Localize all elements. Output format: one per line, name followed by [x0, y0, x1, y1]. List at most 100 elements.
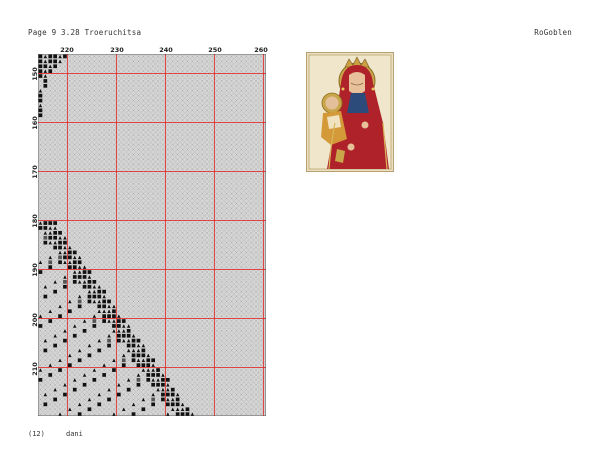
stitch-symbol	[97, 289, 102, 294]
stitch-symbol	[38, 98, 43, 103]
stitch-symbol	[53, 231, 57, 235]
icon-preview-image	[306, 52, 394, 172]
stitch-symbol	[58, 255, 62, 260]
stitch-symbol	[151, 382, 155, 387]
stitch-symbol	[112, 324, 116, 328]
stitch-symbol	[121, 319, 126, 323]
stitch-symbol	[77, 299, 82, 304]
stitch-symbol	[97, 402, 102, 407]
stitch-symbol	[48, 235, 53, 240]
stitch-symbol	[58, 240, 62, 245]
stitch-symbol	[121, 358, 126, 363]
stitch-symbol	[97, 304, 102, 309]
stitch-symbol	[170, 387, 175, 392]
stitch-symbol	[63, 392, 67, 397]
stitch-symbol	[92, 378, 97, 382]
stitch-symbol	[180, 412, 185, 416]
stitch-symbol	[102, 304, 106, 309]
footer-author: dani	[66, 430, 83, 438]
stitch-symbol	[141, 363, 146, 367]
stitch-symbol	[48, 59, 53, 64]
stitch-symbol	[151, 402, 155, 407]
stitch-symbol	[92, 280, 97, 284]
stitch-symbol	[117, 324, 121, 328]
stitch-symbol	[53, 289, 57, 294]
stitch-symbol	[68, 309, 72, 314]
stitch-symbol	[151, 358, 155, 363]
stitch-symbol	[63, 280, 67, 284]
stitch-symbol	[48, 319, 53, 323]
stitch-symbol	[53, 54, 57, 59]
x-axis-label-240: 240	[159, 46, 173, 54]
stitch-symbol	[117, 319, 121, 323]
stitch-symbol	[87, 353, 92, 358]
stitch-symbol	[156, 368, 160, 372]
stitch-symbol	[166, 392, 170, 397]
stitch-symbol	[107, 338, 111, 343]
stitch-symbol	[72, 333, 77, 338]
stitch-symbol	[87, 280, 92, 284]
stitch-symbol	[87, 294, 92, 299]
stitch-symbol	[87, 407, 92, 412]
stitch-symbol	[87, 284, 92, 289]
stitch-symbol	[92, 294, 97, 299]
stitch-symbol	[43, 240, 48, 245]
stitch-symbol	[48, 265, 53, 269]
stitch-symbol	[53, 245, 57, 250]
stitch-symbol	[151, 373, 155, 377]
stitch-symbol	[161, 397, 165, 402]
stitch-symbol	[58, 245, 62, 250]
stitch-symbol	[117, 338, 121, 343]
stitch-symbol	[175, 397, 180, 402]
stitch-symbol	[63, 338, 67, 343]
stitch-symbol	[43, 226, 48, 230]
stitch-symbol	[161, 382, 165, 387]
stitch-symbol	[58, 314, 62, 318]
stitch-symbol	[58, 231, 62, 235]
stitch-symbol	[53, 235, 57, 240]
stitch-symbol	[43, 221, 48, 225]
stitch-symbol	[161, 392, 165, 397]
stitch-symbol	[43, 84, 48, 88]
stitch-symbol	[43, 348, 48, 353]
stitch-symbol	[107, 397, 111, 402]
stitch-symbol	[126, 329, 131, 333]
stitch-symbol	[136, 338, 141, 343]
stitch-symbol	[141, 407, 146, 412]
stitch-symbol	[146, 363, 151, 367]
stitch-symbol	[72, 280, 77, 284]
stitch-symbol	[82, 382, 87, 387]
stitch-symbol	[58, 368, 62, 372]
stitch-symbol	[166, 378, 170, 382]
stitch-symbol	[170, 392, 175, 397]
stitch-symbol	[58, 260, 62, 265]
stitch-symbol	[77, 260, 82, 265]
stitch-symbol	[48, 221, 53, 225]
stitch-symbol	[38, 270, 43, 274]
stitch-symbol	[68, 250, 72, 255]
stitch-symbol	[146, 373, 151, 377]
stitch-symbol	[38, 113, 43, 118]
stitch-symbol	[48, 69, 53, 73]
page-header-title: Page 9 3.28 Troeruchitsa	[28, 28, 142, 37]
stitch-symbol	[38, 378, 43, 382]
stitch-symbol	[126, 333, 131, 338]
stitch-symbol	[102, 319, 106, 323]
stitch-symbol	[72, 265, 77, 269]
stitch-symbol	[87, 270, 92, 274]
stitch-symbol	[77, 304, 82, 309]
stitch-symbol	[107, 299, 111, 304]
stitch-symbol	[175, 412, 180, 416]
stitch-symbol	[53, 343, 57, 348]
stitch-symbol	[72, 275, 77, 279]
stitch-symbol	[141, 348, 146, 353]
x-axis-label-230: 230	[110, 46, 124, 54]
stitch-symbol	[53, 397, 57, 402]
stitch-symbol	[112, 314, 116, 318]
stitch-symbol	[92, 324, 97, 328]
stitch-symbol	[53, 221, 57, 225]
stitch-symbol	[131, 353, 136, 358]
stitch-symbol	[53, 59, 57, 64]
stitch-symbol	[38, 74, 43, 78]
stitch-symbol	[97, 294, 102, 299]
